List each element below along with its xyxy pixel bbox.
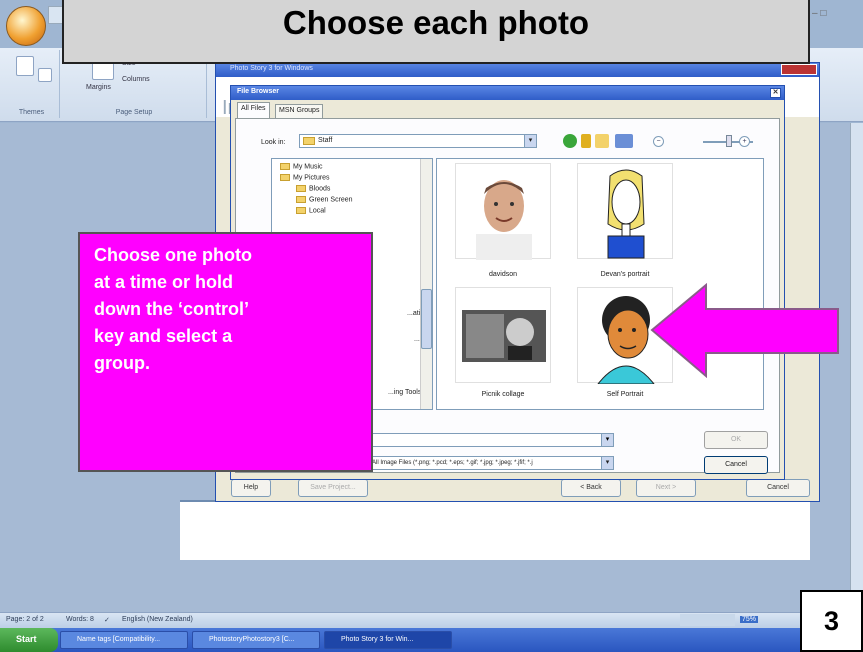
themes-label: Themes — [18, 109, 45, 116]
tree-item-label: My Music — [293, 163, 323, 171]
tree-scrollbar[interactable] — [420, 159, 432, 409]
ribbon-group-themes: Themes — [4, 50, 60, 118]
columns-label[interactable]: Columns — [122, 76, 150, 83]
file-type-select[interactable]: All Image Files (*.png; *.pcd; *.eps; *.… — [351, 456, 614, 470]
thumbnail-davidson[interactable] — [455, 163, 551, 260]
thumbnail-caption: davidson — [488, 271, 518, 278]
cancel-button[interactable]: Cancel — [704, 456, 768, 474]
status-language[interactable]: English (New Zealand) — [122, 616, 193, 623]
themes-icon[interactable] — [16, 56, 34, 76]
photo-story-title: Photo Story 3 for Windows — [230, 65, 313, 72]
file-browser-titlebar[interactable]: File Browser ✕ — [231, 86, 784, 100]
ok-button[interactable]: OK — [704, 431, 768, 449]
scrollbar-thumb[interactable] — [421, 289, 432, 349]
office-button[interactable] — [6, 6, 46, 46]
collage-image — [462, 310, 546, 362]
next-button[interactable]: Next > — [636, 479, 696, 497]
tree-item-label: My Pictures — [293, 174, 330, 182]
start-button[interactable]: Start — [0, 628, 58, 652]
tree-item-label: Local — [309, 207, 326, 215]
page-title: Choose each photo — [62, 0, 810, 64]
instruction-callout: Choose one photo at a time or hold down … — [78, 232, 373, 472]
zoom-in-icon[interactable]: + — [739, 136, 750, 147]
zoom-out-icon[interactable]: − — [653, 136, 664, 147]
slider-handle[interactable] — [726, 135, 732, 147]
tree-item-my-pictures[interactable]: My Pictures — [280, 174, 330, 181]
up-folder-icon[interactable] — [581, 134, 591, 148]
slide-number: 3 — [800, 590, 863, 652]
tree-item-my-music[interactable]: My Music — [280, 163, 323, 170]
tab-all-files[interactable]: All Files — [237, 102, 270, 118]
tree-item-green-screen[interactable]: Green Screen — [296, 196, 353, 203]
folder-icon — [280, 163, 290, 170]
theme-colors-icon[interactable] — [38, 68, 52, 82]
view-menu-icon[interactable] — [615, 134, 633, 148]
folder-icon — [280, 174, 290, 181]
window-control-buttons[interactable] — [781, 64, 817, 75]
instruction-text: Choose one photo at a time or hold down … — [94, 245, 252, 373]
status-page[interactable]: Page: 2 of 2 — [6, 616, 44, 623]
chevron-down-icon[interactable]: ▾ — [524, 135, 536, 147]
document-page-lower[interactable] — [180, 500, 810, 560]
pointer-arrow-icon — [650, 283, 839, 378]
folder-icon — [296, 207, 306, 214]
thumbnail-caption: Devan's portrait — [600, 271, 650, 278]
tree-item-bloods[interactable]: Bloods — [296, 185, 330, 192]
window-controls[interactable]: ‒ □ — [812, 8, 862, 22]
tree-item-partial[interactable]: ...ing Tools — [388, 389, 421, 396]
back-button[interactable]: < Back — [561, 479, 621, 497]
look-in-label: Look in: — [261, 139, 286, 146]
thumbnail-picnik-collage[interactable] — [455, 287, 551, 383]
taskbar-item-photo-story[interactable]: Photo Story 3 for Win... — [324, 631, 452, 649]
tree-item-local[interactable]: Local — [296, 207, 326, 214]
taskbar-item-photostory-doc[interactable]: PhotostoryPhotostory3 [C... — [192, 631, 320, 649]
taskbar-item-label: PhotostoryPhotostory3 [C... — [209, 636, 295, 643]
margins-label[interactable]: Margins — [86, 84, 111, 91]
file-type-value: All Image Files (*.png; *.pcd; *.eps; *.… — [372, 460, 533, 466]
status-words[interactable]: Words: 8 — [66, 616, 94, 623]
chevron-down-icon[interactable]: ▾ — [601, 457, 613, 469]
file-name-field[interactable]: ▾ — [351, 433, 614, 447]
photo-story-cancel-button[interactable]: Cancel — [746, 479, 810, 497]
cartoon-portrait-image — [607, 169, 645, 259]
save-project-button[interactable]: Save Project... — [298, 479, 368, 497]
file-browser-title: File Browser — [237, 88, 280, 95]
folder-icon — [303, 137, 315, 145]
folder-icon — [296, 196, 306, 203]
help-button[interactable]: Help — [231, 479, 271, 497]
chevron-down-icon[interactable]: ▾ — [601, 434, 613, 446]
portrait-photo-image — [476, 180, 532, 260]
folder-icon — [296, 185, 306, 192]
tab-msn-groups[interactable]: MSN Groups — [275, 104, 324, 118]
tree-item-label: Green Screen — [309, 196, 353, 204]
page-setup-label: Page Setup — [115, 109, 153, 116]
photo-story-titlebar[interactable]: Photo Story 3 for Windows — [216, 63, 819, 77]
look-in-select[interactable]: Staff ▾ — [299, 134, 537, 148]
status-zoom[interactable]: 75% — [740, 616, 759, 623]
vertical-scrollbar[interactable] — [850, 123, 863, 593]
taskbar: Start Name tags [Compatibility... Photos… — [0, 628, 863, 652]
thumbnail-devans-portrait[interactable] — [577, 163, 673, 259]
thumbnail-caption: Self Portrait — [606, 391, 644, 398]
proofing-icon[interactable]: ✓ — [104, 616, 110, 624]
thumbnail-caption: Picnik collage — [481, 391, 525, 398]
back-arrow-icon[interactable] — [563, 134, 577, 148]
tree-item-label: Bloods — [309, 185, 331, 193]
close-icon[interactable]: ✕ — [770, 88, 781, 98]
taskbar-item-label: Name tags [Compatibility... — [77, 636, 161, 643]
taskbar-item-label: Photo Story 3 for Win... — [341, 636, 414, 643]
taskbar-item-name-tags[interactable]: Name tags [Compatibility... — [60, 631, 188, 649]
look-in-value: Staff — [318, 137, 333, 144]
start-label: Start — [16, 634, 37, 644]
view-buttons[interactable] — [680, 614, 735, 626]
new-folder-icon[interactable] — [595, 134, 609, 148]
